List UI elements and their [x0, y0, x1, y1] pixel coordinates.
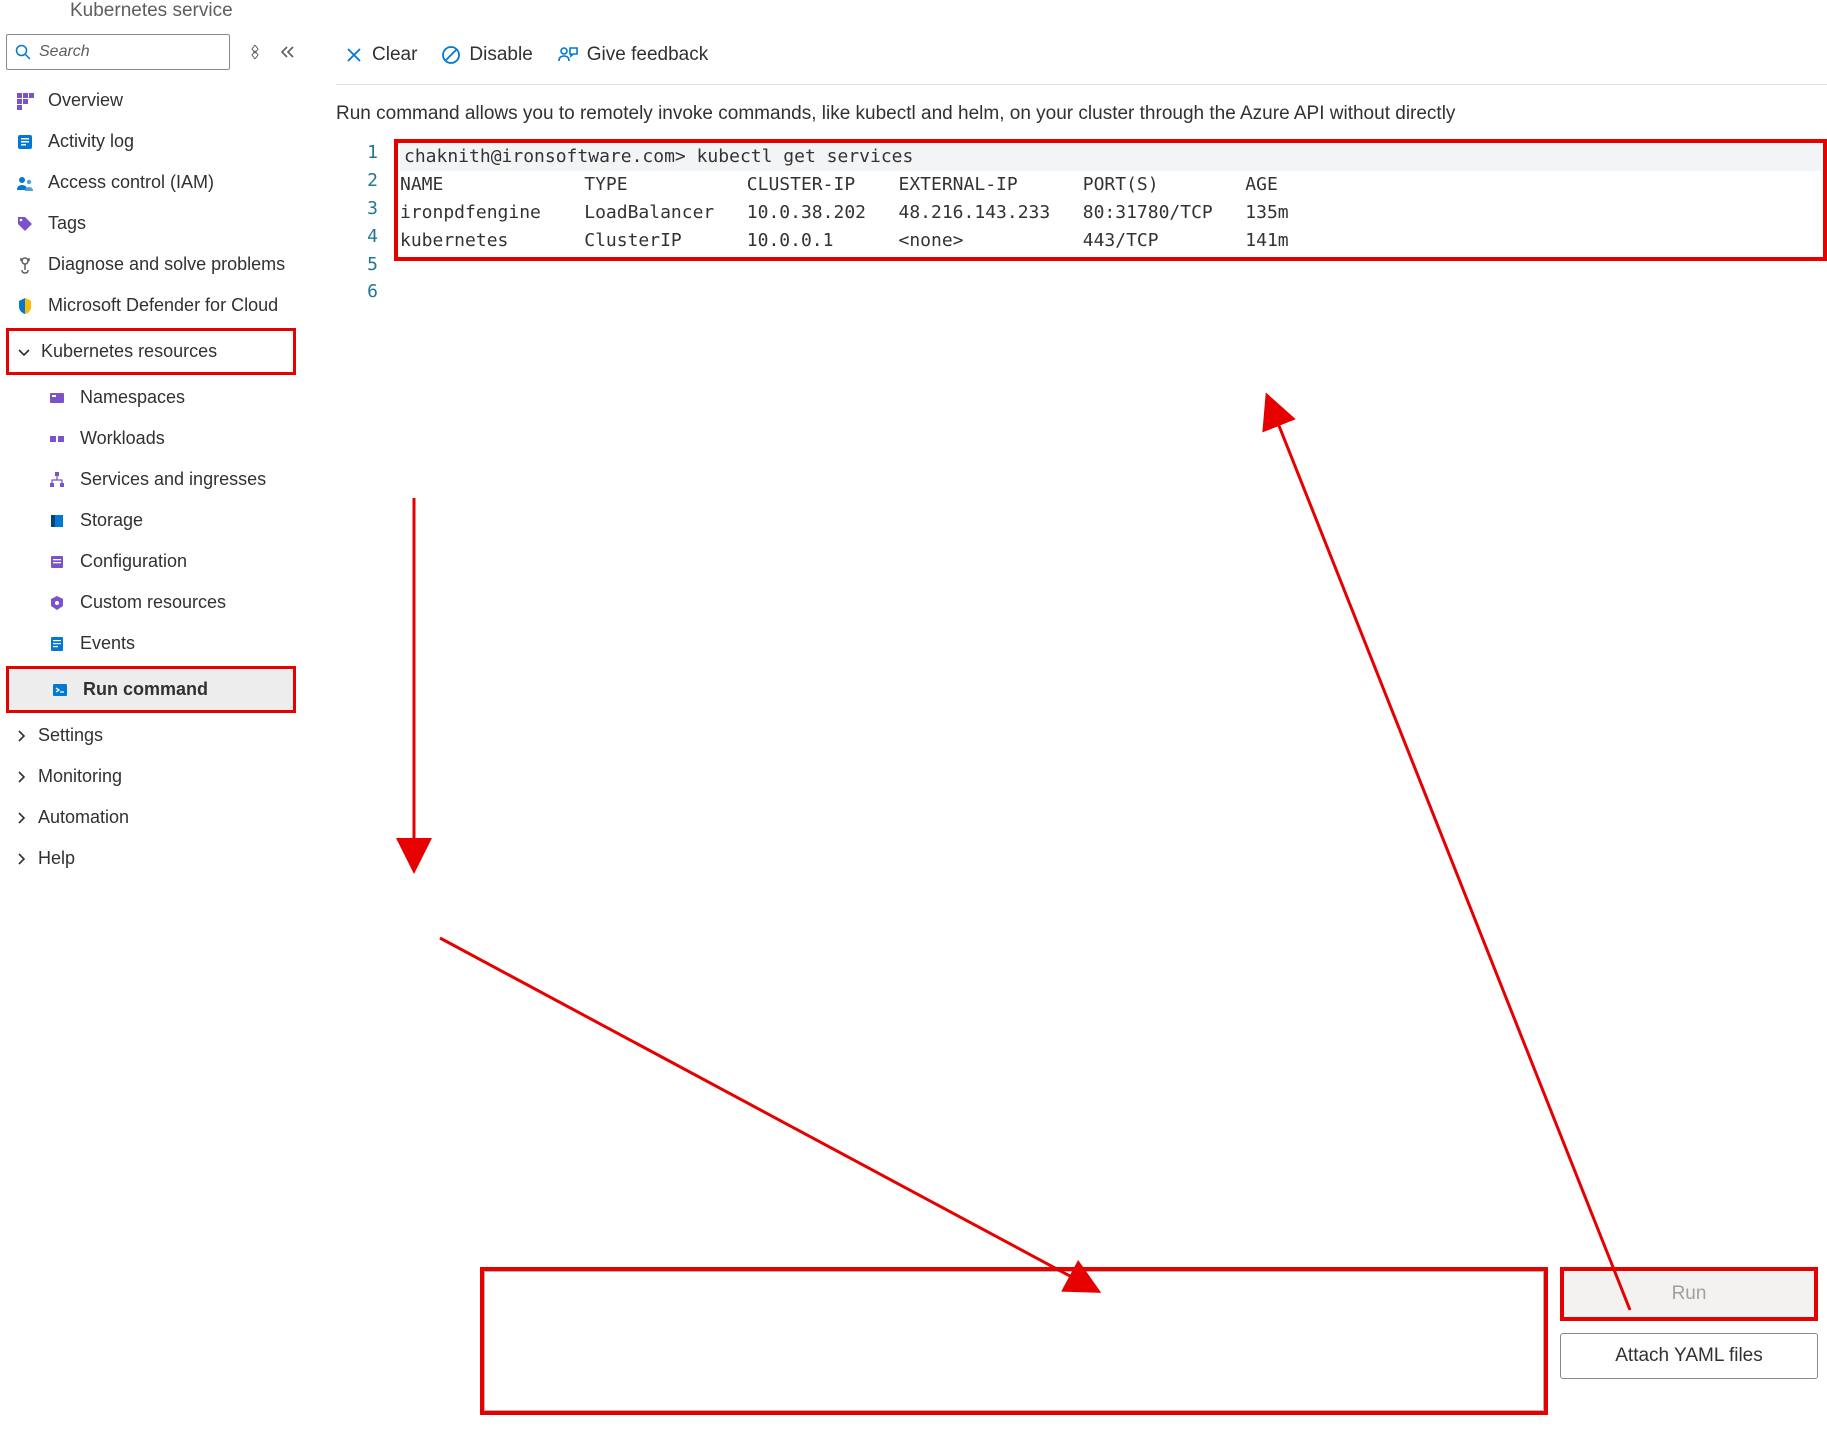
feedback-button[interactable]: Give feedback — [557, 44, 708, 66]
access-control-icon — [14, 174, 36, 192]
clear-icon — [344, 45, 364, 65]
sidebar-item-label: Workloads — [80, 428, 165, 449]
search-icon — [15, 44, 31, 60]
sidebar-item-namespaces[interactable]: Namespaces — [6, 377, 296, 418]
sidebar-item-label: Overview — [48, 90, 123, 111]
line-number: 2 — [336, 167, 378, 195]
sidebar-item-label: Run command — [83, 679, 208, 700]
chevron-right-icon — [14, 770, 28, 784]
toolbar: Clear Disable Give feedback — [336, 40, 1827, 85]
line-number: 5 — [336, 251, 378, 279]
sidebar-item-workloads[interactable]: Workloads — [6, 418, 296, 459]
chevron-down-icon — [17, 345, 31, 359]
clear-button[interactable]: Clear — [344, 44, 417, 66]
sidebar-item-label: Monitoring — [38, 766, 122, 787]
sidebar-item-defender[interactable]: Microsoft Defender for Cloud — [6, 285, 296, 326]
line-number: 1 — [336, 139, 378, 167]
line-number: 3 — [336, 195, 378, 223]
sidebar-item-label: Access control (IAM) — [48, 172, 214, 193]
sidebar-item-settings[interactable]: Settings — [6, 715, 296, 756]
sidebar-item-activity-log[interactable]: Activity log — [6, 121, 296, 162]
sidebar-item-label: Storage — [80, 510, 143, 531]
custom-resources-icon — [46, 594, 68, 612]
namespaces-icon — [46, 389, 68, 407]
terminal-columns: NAME TYPE CLUSTER-IP EXTERNAL-IP PORT(S)… — [400, 171, 1821, 199]
main-content: Clear Disable Give feedback Run command … — [302, 28, 1827, 879]
feedback-icon — [557, 45, 579, 65]
sidebar-item-label: Activity log — [48, 131, 134, 152]
sidebar-item-kubernetes-resources[interactable]: Kubernetes resources — [9, 331, 293, 372]
line-number: 6 — [336, 278, 378, 306]
toolbar-label: Clear — [372, 44, 417, 66]
page-header: Kubernetes service — [0, 0, 1827, 28]
sidebar-item-monitoring[interactable]: Monitoring — [6, 756, 296, 797]
collapse-sidebar-icon[interactable] — [280, 45, 296, 59]
reorder-icon[interactable] — [248, 45, 262, 59]
overview-icon — [14, 92, 36, 110]
sidebar-item-run-command[interactable]: Run command — [9, 669, 293, 710]
defender-icon — [14, 297, 36, 315]
events-icon — [46, 635, 68, 653]
command-input-box[interactable] — [480, 1267, 1548, 1415]
sidebar-item-label: Services and ingresses — [80, 469, 266, 490]
disable-icon — [441, 45, 461, 65]
sidebar-item-services-ingresses[interactable]: Services and ingresses — [6, 459, 296, 500]
line-number-gutter: 1 2 3 4 5 6 — [336, 139, 394, 306]
sidebar-item-configuration[interactable]: Configuration — [6, 541, 296, 582]
search-box[interactable] — [6, 34, 230, 70]
chevron-right-icon — [14, 729, 28, 743]
line-number: 4 — [336, 223, 378, 251]
sidebar-item-label: Events — [80, 633, 135, 654]
terminal-row: ironpdfengine LoadBalancer 10.0.38.202 4… — [400, 199, 1821, 227]
sidebar-item-custom-resources[interactable]: Custom resources — [6, 582, 296, 623]
activity-log-icon — [14, 133, 36, 151]
sidebar-item-diagnose[interactable]: Diagnose and solve problems — [6, 244, 296, 285]
header-service-type: Kubernetes service — [70, 0, 233, 21]
configuration-icon — [46, 553, 68, 571]
terminal-prompt-line: chaknith@ironsoftware.com> kubectl get s… — [400, 143, 1821, 171]
run-command-icon — [49, 681, 71, 699]
search-input[interactable] — [39, 43, 221, 61]
services-icon — [46, 471, 68, 489]
attach-yaml-button[interactable]: Attach YAML files — [1560, 1333, 1818, 1379]
bottom-command-area: Run Attach YAML files — [480, 1267, 1819, 1415]
sidebar-item-events[interactable]: Events — [6, 623, 296, 664]
terminal-row: kubernetes ClusterIP 10.0.0.1 <none> 443… — [400, 227, 1821, 255]
toolbar-label: Disable — [469, 44, 532, 66]
sidebar-item-label: Diagnose and solve problems — [48, 254, 285, 275]
tags-icon — [14, 215, 36, 233]
sidebar-item-label: Tags — [48, 213, 86, 234]
run-button[interactable]: Run — [1560, 1267, 1818, 1321]
sidebar-item-label: Configuration — [80, 551, 187, 572]
chevron-right-icon — [14, 811, 28, 825]
diagnose-icon — [14, 256, 36, 274]
sidebar-item-access-control[interactable]: Access control (IAM) — [6, 162, 296, 203]
sidebar-item-help[interactable]: Help — [6, 838, 296, 879]
sidebar-item-label: Microsoft Defender for Cloud — [48, 295, 278, 316]
sidebar-item-label: Help — [38, 848, 75, 869]
toolbar-label: Give feedback — [587, 44, 708, 66]
disable-button[interactable]: Disable — [441, 44, 532, 66]
sidebar-item-tags[interactable]: Tags — [6, 203, 296, 244]
description-text: Run command allows you to remotely invok… — [336, 103, 1827, 125]
sidebar-item-label: Namespaces — [80, 387, 185, 408]
sidebar-item-overview[interactable]: Overview — [6, 80, 296, 121]
sidebar-item-label: Custom resources — [80, 592, 226, 613]
terminal: 1 2 3 4 5 6 chaknith@ironsoftware.com> k… — [336, 139, 1827, 306]
workloads-icon — [46, 430, 68, 448]
attach-yaml-label: Attach YAML files — [1615, 1345, 1763, 1367]
sidebar: Overview Activity log Access control (IA… — [0, 28, 302, 879]
sidebar-item-automation[interactable]: Automation — [6, 797, 296, 838]
chevron-right-icon — [14, 852, 28, 866]
sidebar-item-label: Settings — [38, 725, 103, 746]
storage-icon — [46, 512, 68, 530]
sidebar-item-storage[interactable]: Storage — [6, 500, 296, 541]
sidebar-item-label: Kubernetes resources — [41, 341, 217, 362]
run-button-label: Run — [1672, 1283, 1707, 1305]
sidebar-item-label: Automation — [38, 807, 129, 828]
terminal-output-box: chaknith@ironsoftware.com> kubectl get s… — [394, 139, 1827, 261]
